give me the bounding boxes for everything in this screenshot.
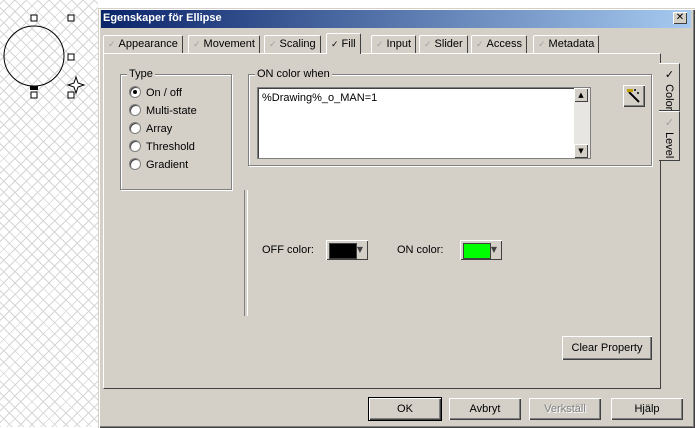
tab-movement[interactable]: ✓ Movement <box>188 35 260 53</box>
radio-button[interactable] <box>129 104 141 117</box>
expression-input[interactable]: %Drawing%_o_MAN=1 ▲ ▼ <box>257 87 591 159</box>
tab-fill[interactable]: ✓ Fill <box>326 33 361 54</box>
side-tab-color[interactable]: ✓ Color <box>659 63 680 111</box>
title-bar: Egenskaper för Ellipse ✕ <box>101 10 691 28</box>
fill-tab-panel: Type On / off Multi-state Array Threshol… <box>103 53 661 389</box>
cancel-button[interactable]: Avbryt <box>449 398 521 420</box>
check-icon: ✓ <box>538 39 546 49</box>
resize-handle-right <box>67 53 75 61</box>
dialog-title: Egenskaper för Ellipse <box>103 12 222 24</box>
properties-dialog: Egenskaper för Ellipse ✕ ✓ Appearance ✓ Mo… <box>98 8 695 428</box>
check-icon: ✓ <box>476 39 484 49</box>
check-icon: ✓ <box>663 68 675 81</box>
expression-scrollbar[interactable]: ▲ ▼ <box>574 88 590 158</box>
close-icon[interactable]: ✕ <box>673 12 687 24</box>
check-icon: ✓ <box>424 39 432 49</box>
ellipse-selection[interactable] <box>0 0 98 110</box>
tab-input[interactable]: ✓ Input <box>371 35 417 53</box>
panel-divider <box>244 190 248 316</box>
on-color-label: ON color: <box>397 244 444 256</box>
chevron-down-icon: ▼ <box>356 245 364 254</box>
check-icon: ✓ <box>331 39 339 49</box>
resize-handle-top <box>30 14 38 22</box>
on-color-picker[interactable]: ▼ <box>460 240 502 260</box>
radio-button[interactable] <box>129 86 141 99</box>
anchor-marker <box>30 86 38 90</box>
on-color-when-legend: ON color when <box>255 68 332 80</box>
chevron-down-icon: ▼ <box>490 245 498 254</box>
help-button[interactable]: Hjälp <box>611 398 683 420</box>
ellipse-shape <box>3 25 65 87</box>
clear-property-button[interactable]: Clear Property <box>562 336 652 360</box>
tab-strip: ✓ Appearance ✓ Movement ✓ Scaling ✓ Fill ✓ In… <box>103 33 663 54</box>
radio-array[interactable]: Array <box>129 121 172 137</box>
on-color-when-group: ON color when %Drawing%_o_MAN=1 ▲ ▼ <box>248 68 652 166</box>
tab-metadata[interactable]: ✓ Metadata <box>533 35 600 53</box>
radio-multi-state[interactable]: Multi-state <box>129 103 197 119</box>
resize-handle-top-right <box>67 14 75 22</box>
expression-value[interactable]: %Drawing%_o_MAN=1 <box>262 92 377 104</box>
check-icon: ✓ <box>269 39 277 49</box>
tab-scaling[interactable]: ✓ Scaling <box>264 35 321 53</box>
radio-threshold[interactable]: Threshold <box>129 139 195 155</box>
apply-button[interactable]: Verkställ <box>529 398 601 420</box>
tab-access[interactable]: ✓ Access <box>471 35 528 53</box>
radio-gradient[interactable]: Gradient <box>129 157 188 173</box>
rotate-cursor-icon <box>66 75 86 95</box>
type-group: Type On / off Multi-state Array Threshol… <box>120 68 232 190</box>
resize-handle-bottom-right <box>67 91 75 99</box>
check-icon: ✓ <box>663 116 675 129</box>
ok-button[interactable]: OK <box>368 397 442 421</box>
tab-slider[interactable]: ✓ Slider <box>419 35 468 53</box>
on-color-swatch <box>463 243 491 259</box>
off-color-label: OFF color: <box>262 244 314 256</box>
radio-on-off[interactable]: On / off <box>129 85 182 101</box>
scroll-up-icon[interactable]: ▲ <box>574 88 588 102</box>
magic-wand-icon <box>627 89 640 103</box>
type-group-legend: Type <box>127 68 155 80</box>
radio-button[interactable] <box>129 158 141 171</box>
resize-handle-bottom <box>30 91 38 99</box>
off-color-picker[interactable]: ▼ <box>326 240 368 260</box>
check-icon: ✓ <box>376 39 384 49</box>
scroll-down-icon[interactable]: ▼ <box>574 144 588 158</box>
check-icon: ✓ <box>108 39 116 49</box>
radio-button[interactable] <box>129 140 141 153</box>
radio-button[interactable] <box>129 122 141 135</box>
side-tab-level[interactable]: ✓ Level <box>659 111 680 161</box>
expression-wizard-button[interactable] <box>623 85 645 107</box>
tab-appearance[interactable]: ✓ Appearance <box>103 35 183 53</box>
drawing-canvas[interactable] <box>0 0 98 427</box>
off-color-swatch <box>329 243 357 259</box>
check-icon: ✓ <box>193 39 201 49</box>
